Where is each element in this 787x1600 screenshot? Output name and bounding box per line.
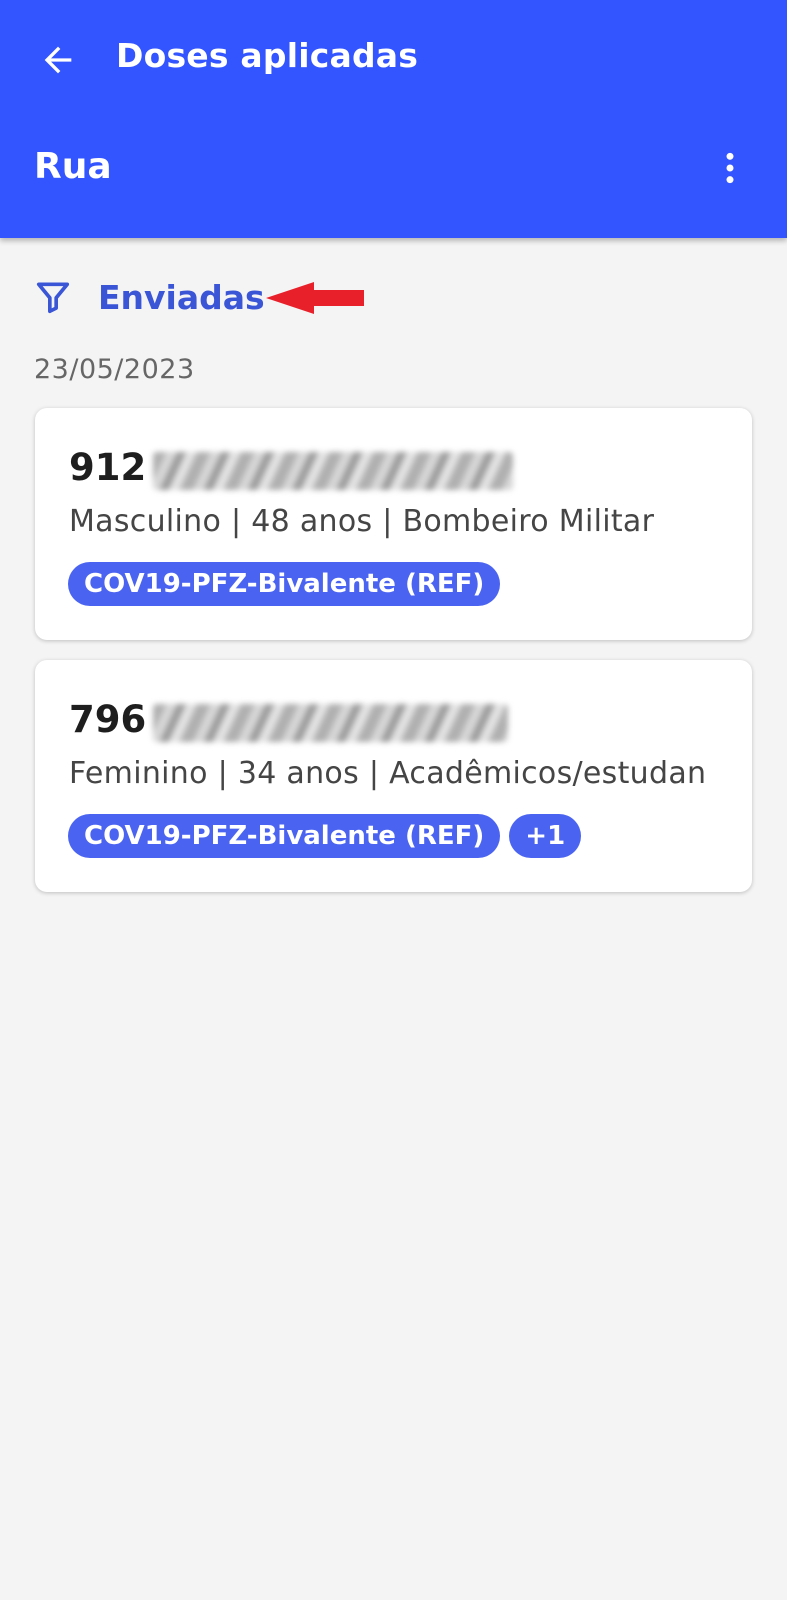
- filter-label: Enviadas: [98, 277, 265, 317]
- vaccine-chip: COV19-PFZ-Bivalente (REF): [68, 814, 501, 858]
- redacted-name-blur: [153, 704, 508, 742]
- more-vertical-icon: [726, 152, 734, 184]
- patient-info: Feminino | 34 anos | Acadêmicos/estudan: [69, 756, 707, 791]
- patient-info: Masculino | 48 anos | Bombeiro Militar: [69, 504, 655, 539]
- vaccine-chip: COV19-PFZ-Bivalente (REF): [68, 562, 501, 606]
- app-bar: Doses aplicadas Rua: [0, 0, 787, 238]
- dose-record-card[interactable]: 796 Feminino | 34 anos | Acadêmicos/estu…: [35, 660, 752, 892]
- filter-icon: [36, 282, 70, 314]
- location-title: Rua: [34, 146, 112, 187]
- red-arrow-pointer: [266, 282, 364, 314]
- more-options-button[interactable]: [706, 144, 754, 192]
- filter-button[interactable]: Enviadas: [34, 272, 265, 322]
- patient-name: 796: [69, 698, 147, 741]
- vaccine-chips: COV19-PFZ-Bivalente (REF): [68, 562, 501, 606]
- redacted-name-blur: [153, 452, 513, 490]
- dose-record-card[interactable]: 912 Masculino | 48 anos | Bombeiro Milit…: [35, 408, 752, 640]
- date-header: 23/05/2023: [34, 354, 195, 385]
- back-button[interactable]: [30, 32, 86, 88]
- page-title: Doses aplicadas: [116, 36, 419, 75]
- arrow-left-icon: [44, 46, 72, 74]
- patient-name: 912: [69, 446, 147, 489]
- vaccine-chips: COV19-PFZ-Bivalente (REF) +1: [68, 814, 582, 858]
- more-vaccines-chip: +1: [509, 814, 582, 858]
